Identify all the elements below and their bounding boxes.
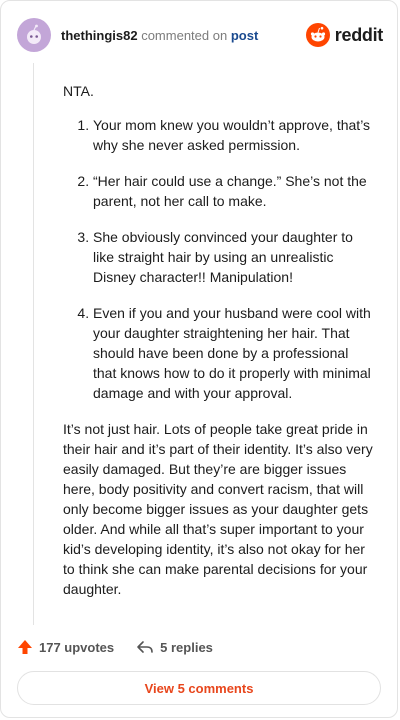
replies-count: 5 replies xyxy=(160,639,213,655)
reddit-logo-icon xyxy=(305,23,330,47)
list-item: “Her hair could use a change.” She’s not… xyxy=(93,171,375,211)
numbered-list: Your mom knew you wouldn’t approve, that… xyxy=(63,115,375,403)
reply-arrow-icon xyxy=(137,641,153,653)
reddit-wordmark: reddit xyxy=(334,24,384,45)
comment-footer: 177 upvotes 5 replies xyxy=(17,635,235,659)
snoo-avatar-icon xyxy=(27,24,41,44)
avatar[interactable] xyxy=(17,18,51,52)
replies-button[interactable]: 5 replies xyxy=(136,639,213,655)
upvote-button[interactable]: 177 upvotes xyxy=(17,639,114,655)
comment-header: thethingis82 commented on post reddit xyxy=(17,17,383,53)
username-link[interactable]: thethingis82 xyxy=(61,28,138,43)
thread-line xyxy=(33,63,34,625)
comment-closing: It’s not just hair. Lots of people take … xyxy=(63,421,373,597)
comment-card: thethingis82 commented on post reddit NT… xyxy=(0,0,398,718)
comment-body: NTA. Your mom knew you wouldn’t approve,… xyxy=(63,81,375,599)
list-item: Even if you and your husband were cool w… xyxy=(93,303,375,403)
comment-intro: NTA. xyxy=(63,83,94,99)
byline: thethingis82 commented on post xyxy=(61,28,306,43)
list-item: Your mom knew you wouldn’t approve, that… xyxy=(93,115,375,155)
post-link[interactable]: post xyxy=(231,28,258,43)
upvote-count: 177 upvotes xyxy=(39,639,115,655)
list-item: She obviously convinced your daughter to… xyxy=(93,227,375,287)
upvote-arrow-icon xyxy=(18,640,32,654)
action-text: commented on xyxy=(141,27,228,43)
view-comments-button[interactable]: View 5 comments xyxy=(17,671,381,705)
reddit-brand[interactable]: reddit xyxy=(305,23,384,47)
